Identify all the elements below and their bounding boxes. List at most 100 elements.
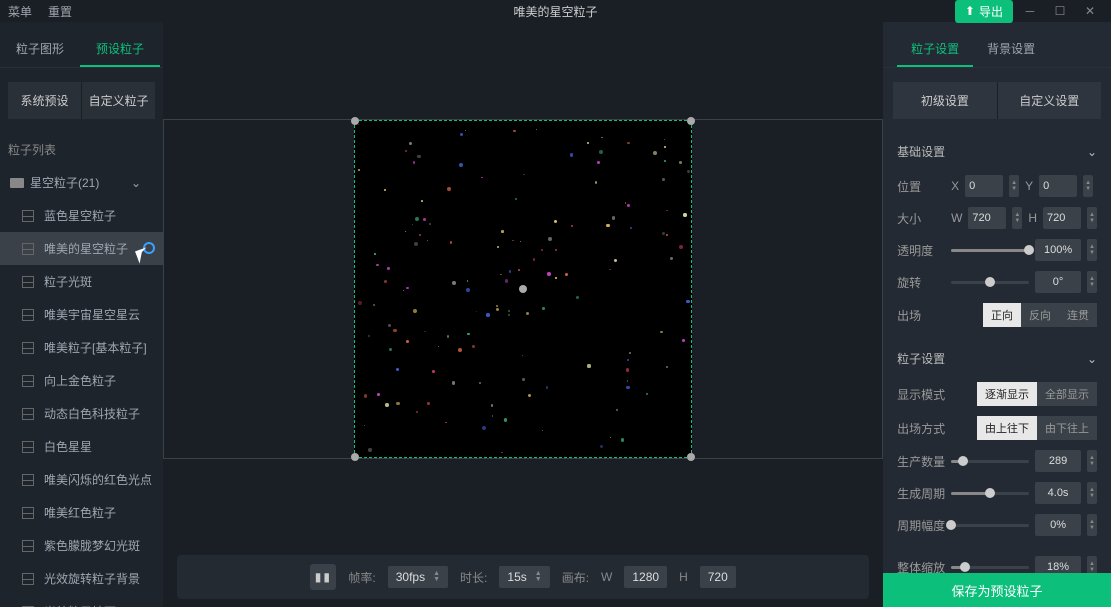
amplitude-slider[interactable] <box>951 524 1029 527</box>
scale-slider[interactable] <box>951 566 1029 569</box>
count-slider[interactable] <box>951 460 1029 463</box>
close-button[interactable]: ✕ <box>1077 1 1103 21</box>
particle-dot <box>508 314 510 316</box>
list-item[interactable]: 光效粒子地面 <box>0 595 163 607</box>
direction-bottomup[interactable]: 由下往上 <box>1037 416 1097 440</box>
opacity-label: 透明度 <box>897 242 945 259</box>
subtab-basic[interactable]: 初级设置 <box>893 82 997 119</box>
cycle-value[interactable]: 4.0s <box>1035 482 1081 504</box>
cycle-stepper[interactable]: ▲▼ <box>1087 482 1097 504</box>
subtab-custom[interactable]: 自定义设置 <box>998 82 1101 119</box>
particle-dot <box>424 331 425 332</box>
list-item[interactable]: 蓝色星空粒子 <box>0 199 163 232</box>
rotate-value[interactable]: 0° <box>1035 271 1081 293</box>
playback-bar: ▮▮ 帧率: 30fps ▲▼ 时长: 15s ▲▼ 画布: W 1280 H … <box>177 555 869 599</box>
cycle-slider[interactable] <box>951 492 1029 495</box>
list-item[interactable]: 紫色朦胧梦幻光斑 <box>0 529 163 562</box>
w-stepper[interactable]: ▲▼ <box>1012 207 1022 229</box>
list-item-label: 唯美的星空粒子 <box>44 240 128 257</box>
save-preset-button[interactable]: 保存为预设粒子 <box>883 573 1111 607</box>
pause-button[interactable]: ▮▮ <box>310 564 336 590</box>
export-button[interactable]: ⬆ 导出 <box>955 0 1013 23</box>
list-item[interactable]: 向上金色粒子 <box>0 364 163 397</box>
list-item-label: 白色星星 <box>44 438 92 455</box>
particle-dot <box>679 161 682 164</box>
cube-icon <box>22 309 34 321</box>
particle-dot <box>376 264 379 267</box>
maximize-button[interactable]: ☐ <box>1047 1 1073 21</box>
display-gradual[interactable]: 逐渐显示 <box>977 382 1037 406</box>
appear-forward[interactable]: 正向 <box>983 303 1021 327</box>
resize-handle-br[interactable] <box>687 453 695 461</box>
rotate-stepper[interactable]: ▲▼ <box>1087 271 1097 293</box>
particle-dot <box>627 204 630 207</box>
list-item[interactable]: 粒子光斑 <box>0 265 163 298</box>
amplitude-stepper[interactable]: ▲▼ <box>1087 514 1097 536</box>
h-stepper[interactable]: ▲▼ <box>1087 207 1097 229</box>
particle-dot <box>416 411 418 413</box>
direction-topdown[interactable]: 由上往下 <box>977 416 1037 440</box>
titlebar: 菜单 重置 唯美的星空粒子 ⬆ 导出 ─ ☐ ✕ <box>0 0 1111 22</box>
position-y-input[interactable] <box>1039 175 1077 197</box>
size-h-input[interactable] <box>1043 207 1081 229</box>
particle-stage[interactable] <box>354 120 692 458</box>
chevron-down-icon[interactable]: ▼ <box>433 577 440 583</box>
opacity-slider[interactable] <box>951 249 1029 252</box>
tab-particle-settings[interactable]: 粒子设置 <box>897 32 973 67</box>
count-stepper[interactable]: ▲▼ <box>1087 450 1097 472</box>
opacity-stepper[interactable]: ▲▼ <box>1087 239 1097 261</box>
canvas-h-field[interactable]: 720 <box>700 566 736 588</box>
tab-particle-shape[interactable]: 粒子图形 <box>0 32 80 67</box>
chevron-down-icon[interactable]: ▼ <box>535 577 542 583</box>
position-label: 位置 <box>897 178 945 195</box>
menu-button[interactable]: 菜单 <box>8 3 32 20</box>
resize-handle-tr[interactable] <box>687 117 695 125</box>
cube-icon <box>22 276 34 288</box>
canvas-w-field[interactable]: 1280 <box>624 566 667 588</box>
particle-section-header[interactable]: 粒子设置 ⌄ <box>897 340 1097 377</box>
particle-dot <box>496 308 498 310</box>
list-item[interactable]: 唯美闪烁的红色光点 <box>0 463 163 496</box>
reset-button[interactable]: 重置 <box>48 3 72 20</box>
list-item[interactable]: 唯美红色粒子 <box>0 496 163 529</box>
appear-reverse[interactable]: 反向 <box>1021 303 1059 327</box>
appear-continuous[interactable]: 连贯 <box>1059 303 1097 327</box>
folder-row[interactable]: 星空粒子(21) ⌄ <box>0 166 163 199</box>
count-value[interactable]: 289 <box>1035 450 1081 472</box>
list-item[interactable]: 唯美宇宙星空星云 <box>0 298 163 331</box>
basic-section-header[interactable]: 基础设置 ⌄ <box>897 133 1097 170</box>
tab-background-settings[interactable]: 背景设置 <box>973 32 1049 67</box>
resize-handle-bl[interactable] <box>351 453 359 461</box>
x-stepper[interactable]: ▲▼ <box>1009 175 1019 197</box>
minimize-button[interactable]: ─ <box>1017 1 1043 21</box>
particle-dot <box>664 160 666 162</box>
particle-dot <box>368 335 370 337</box>
duration-field[interactable]: 15s ▲▼ <box>499 566 549 588</box>
scale-stepper[interactable]: ▲▼ <box>1087 556 1097 573</box>
size-w-input[interactable] <box>968 207 1006 229</box>
list-item-label: 紫色朦胧梦幻光斑 <box>44 537 140 554</box>
display-all[interactable]: 全部显示 <box>1037 382 1097 406</box>
particle-dot <box>626 386 630 390</box>
scale-value[interactable]: 18% <box>1035 556 1081 573</box>
list-item[interactable]: 动态白色科技粒子 <box>0 397 163 430</box>
basic-section-label: 基础设置 <box>897 143 945 160</box>
fps-value: 30fps <box>396 570 425 584</box>
particle-dot <box>496 305 498 307</box>
system-preset-button[interactable]: 系统预设 <box>8 82 82 119</box>
tab-preset-particle[interactable]: 预设粒子 <box>80 32 160 67</box>
particle-dot <box>616 409 618 411</box>
rotate-slider[interactable] <box>951 281 1029 284</box>
amplitude-value[interactable]: 0% <box>1035 514 1081 536</box>
center-handle[interactable] <box>519 285 527 293</box>
y-stepper[interactable]: ▲▼ <box>1083 175 1093 197</box>
list-item[interactable]: 光效旋转粒子背景 <box>0 562 163 595</box>
opacity-value[interactable]: 100% <box>1035 239 1081 261</box>
list-item[interactable]: 唯美粒子[基本粒子] <box>0 331 163 364</box>
custom-particle-button[interactable]: 自定义粒子 <box>82 82 155 119</box>
particle-dot <box>547 272 551 276</box>
position-x-input[interactable] <box>965 175 1003 197</box>
canvas-viewport[interactable] <box>163 22 883 555</box>
list-item[interactable]: 白色星星 <box>0 430 163 463</box>
fps-select[interactable]: 30fps ▲▼ <box>388 566 448 588</box>
